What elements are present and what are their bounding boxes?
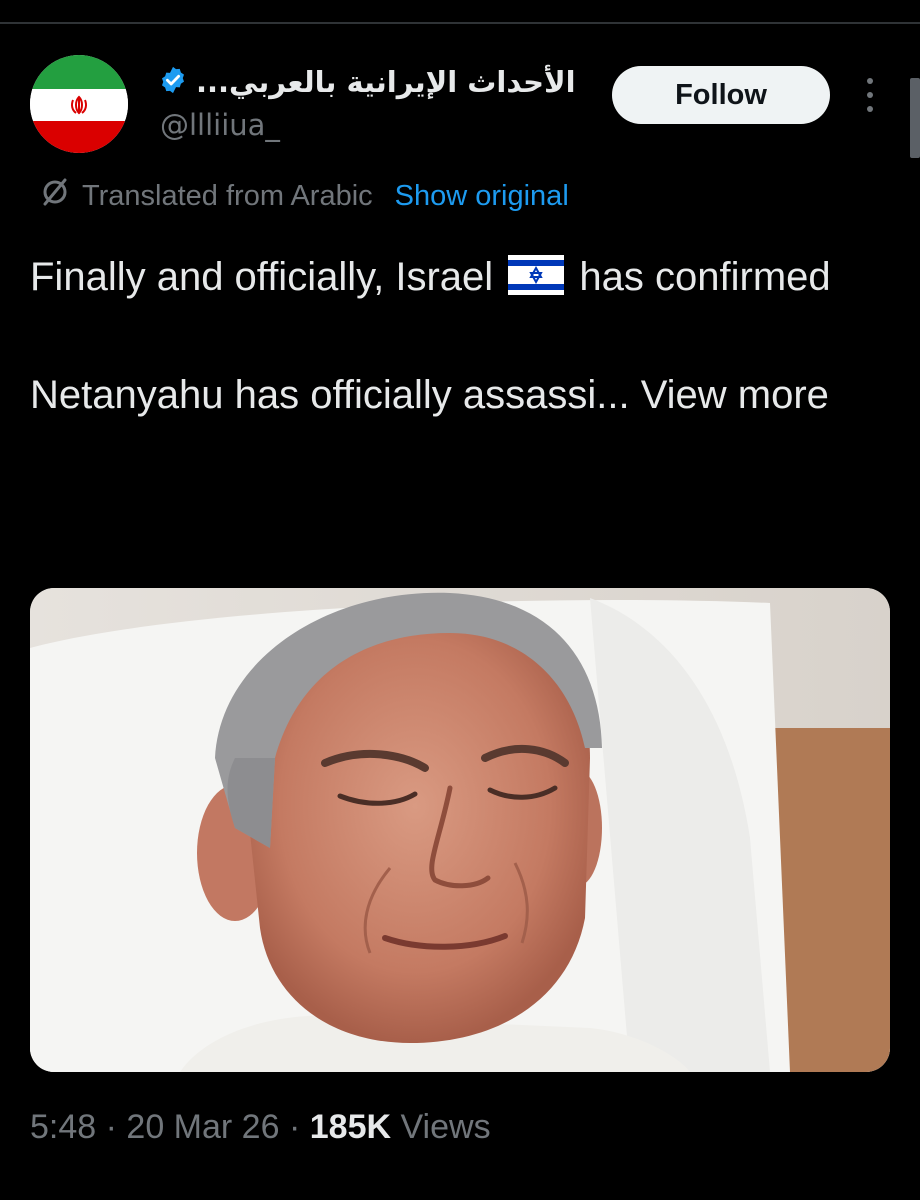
tweet-paragraph-2: Netanyahu has officially assassi... View… bbox=[30, 373, 829, 417]
author-display-name[interactable]: الأحداث الإيرانية بالعربي... bbox=[196, 65, 576, 99]
view-more-link[interactable]: View more bbox=[641, 373, 829, 417]
views-label: Views bbox=[400, 1108, 491, 1146]
tweet-text: Finally and officially, Israel has confi… bbox=[30, 248, 890, 425]
author-avatar[interactable] bbox=[30, 55, 128, 153]
tweet-media-photo[interactable] bbox=[30, 588, 890, 1072]
top-divider bbox=[0, 22, 920, 24]
more-vertical-icon[interactable] bbox=[862, 78, 878, 112]
israel-flag-icon bbox=[508, 253, 565, 295]
photo-netanyahu-hospital-bed bbox=[30, 588, 890, 1072]
tweet-time[interactable]: 5:48 bbox=[30, 1108, 96, 1146]
tweet-paragraph-1: Finally and officially, Israel has confi… bbox=[30, 253, 831, 299]
follow-button[interactable]: Follow bbox=[612, 66, 830, 124]
author-name-row: الأحداث الإيرانية بالعربي... bbox=[158, 62, 576, 102]
translate-icon bbox=[40, 177, 70, 215]
show-original-link[interactable]: Show original bbox=[395, 180, 569, 213]
translation-row: Translated from Arabic Show original bbox=[40, 176, 569, 216]
author-handle[interactable]: @llliiua_ bbox=[160, 108, 280, 142]
tweet-date[interactable]: 20 Mar 26 bbox=[126, 1108, 279, 1146]
tweet-meta: 5:48 · 20 Mar 26 · 185K Views bbox=[30, 1108, 491, 1146]
scrollbar[interactable] bbox=[910, 78, 920, 158]
verified-badge-icon bbox=[158, 65, 188, 99]
iran-emblem-icon bbox=[30, 90, 128, 120]
translated-from-label: Translated from Arabic bbox=[82, 179, 373, 212]
views-count[interactable]: 185K bbox=[310, 1108, 391, 1146]
